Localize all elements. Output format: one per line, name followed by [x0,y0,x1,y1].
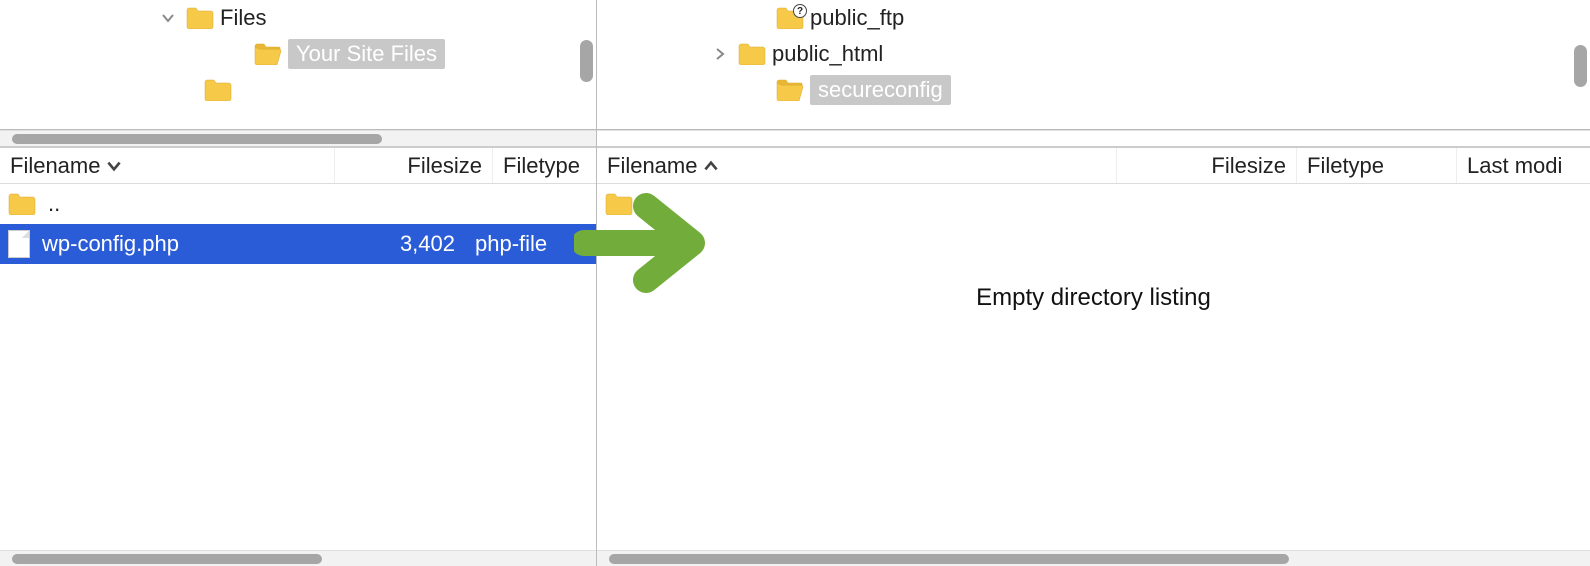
folder-icon [8,193,36,215]
tree-item[interactable] [0,72,596,108]
column-filename[interactable]: Filename [597,148,1117,183]
vertical-scrollbar-thumb[interactable] [580,40,593,82]
parent-dir-row[interactable]: .. [0,184,596,224]
sort-desc-icon [105,157,123,175]
folder-icon [605,193,633,215]
column-filetype[interactable]: Filetype [493,148,596,183]
remote-file-list[interactable]: .. Empty directory listing [597,184,1590,550]
column-lastmod-label: Last modi [1467,153,1562,179]
file-icon [8,230,30,258]
parent-dir-row[interactable]: .. [597,184,1590,224]
local-pane: Files Your Site Files Filename [0,0,597,566]
folder-icon [776,79,804,101]
parent-dir-label: .. [645,191,657,217]
column-filesize[interactable]: Filesize [1117,148,1297,183]
file-row-selected[interactable]: wp-config.php 3,402 php-file [0,224,596,264]
local-tree: Files Your Site Files [0,0,596,130]
horizontal-scrollbar-thumb[interactable] [609,554,1289,564]
remote-file-list-section: Filename Filesize Filetype Last modi [597,146,1590,566]
vertical-scrollbar-thumb[interactable] [1574,45,1587,87]
tree-item-label: public_html [772,41,883,67]
folder-icon [204,79,232,101]
tree-item-label: Your Site Files [288,39,445,69]
empty-directory-message: Empty directory listing [597,224,1590,312]
column-filesize[interactable]: Filesize [335,148,493,183]
horizontal-scrollbar[interactable] [597,550,1590,566]
sort-asc-icon [702,157,720,175]
column-filename-label: Filename [607,153,697,179]
tree-item-label: secureconfig [810,75,951,105]
tree-item[interactable]: public_html [597,36,1590,72]
horizontal-scrollbar-thumb[interactable] [12,134,382,144]
column-filesize-label: Filesize [1211,153,1286,179]
tree-item-label: Files [220,5,266,31]
horizontal-scrollbar[interactable] [0,550,596,566]
folder-icon [738,43,766,65]
parent-dir-label: .. [48,191,60,217]
local-column-header: Filename Filesize Filetype [0,148,596,184]
chevron-right-icon[interactable] [712,46,728,62]
horizontal-scrollbar[interactable] [597,130,1590,146]
folder-icon [254,43,282,65]
tree-item[interactable]: secureconfig [597,72,1590,108]
column-filetype-label: Filetype [503,153,580,179]
remote-pane: ? public_ftp public_html secureconfig Fi… [597,0,1590,566]
remote-column-header: Filename Filesize Filetype Last modi [597,148,1590,184]
column-filesize-label: Filesize [407,153,482,179]
local-file-list[interactable]: .. wp-config.php 3,402 php-file [0,184,596,550]
column-lastmod[interactable]: Last modi [1457,148,1590,183]
file-type: php-file [463,231,547,257]
column-filename[interactable]: Filename [0,148,335,183]
tree-item[interactable]: ? public_ftp [597,0,1590,36]
chevron-down-icon[interactable] [160,10,176,26]
file-size: 3,402 [335,231,463,257]
column-filetype-label: Filetype [1307,153,1384,179]
remote-tree: ? public_ftp public_html secureconfig [597,0,1590,130]
file-name: wp-config.php [42,231,179,257]
folder-icon [186,7,214,29]
tree-item[interactable]: Files [0,0,596,36]
column-filetype[interactable]: Filetype [1297,148,1457,183]
horizontal-scrollbar[interactable] [0,130,596,146]
column-filename-label: Filename [10,153,100,179]
horizontal-scrollbar-thumb[interactable] [12,554,322,564]
local-file-list-section: Filename Filesize Filetype [0,146,596,566]
tree-item-label: public_ftp [810,5,904,31]
folder-icon: ? [776,7,804,29]
tree-item[interactable]: Your Site Files [0,36,596,72]
